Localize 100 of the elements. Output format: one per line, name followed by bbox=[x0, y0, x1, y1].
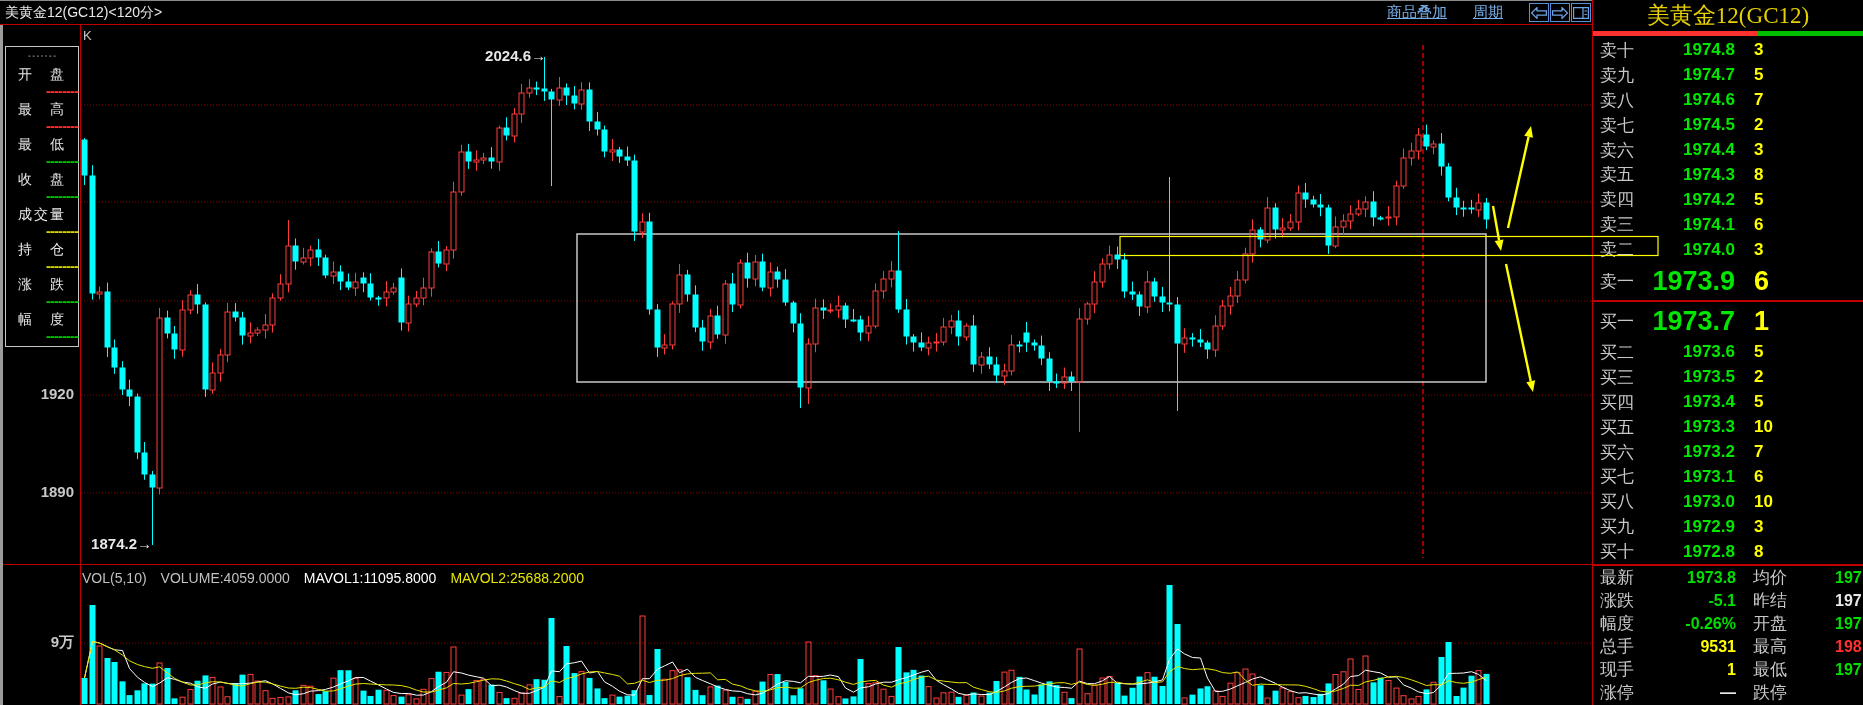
quote-label: 总手 bbox=[1600, 636, 1635, 659]
low-price-label: 1874.2→ bbox=[91, 534, 152, 552]
order-level-label: 买九 bbox=[1600, 516, 1635, 539]
order-volume: 6 bbox=[1754, 466, 1764, 487]
info-value: -------- bbox=[44, 122, 77, 131]
quote-label: 均价 bbox=[1753, 567, 1788, 590]
order-volume: 7 bbox=[1754, 90, 1764, 111]
price-axis-label: 1920 bbox=[40, 384, 74, 402]
quote-value: — bbox=[1719, 683, 1736, 702]
volume-legend-item: MAVOL1:11095.8000 bbox=[303, 570, 437, 586]
order-volume: 6 bbox=[1754, 214, 1764, 235]
order-level-label: 卖四 bbox=[1600, 189, 1635, 212]
info-value: -------- bbox=[44, 227, 77, 236]
order-volume: 8 bbox=[1754, 541, 1764, 562]
order-level-label: 买八 bbox=[1600, 491, 1635, 514]
previous-button[interactable] bbox=[1529, 3, 1549, 22]
order-level-label: 买六 bbox=[1600, 441, 1635, 464]
quote-label: 最低 bbox=[1753, 659, 1788, 682]
info-label: 开盘 bbox=[18, 65, 64, 83]
right-arrow-icon bbox=[1552, 6, 1568, 19]
next-button[interactable] bbox=[1550, 3, 1570, 22]
info-label: 最高 bbox=[18, 100, 64, 118]
toolbar-link[interactable]: 周期 bbox=[1473, 3, 1503, 22]
quote-value: 197 bbox=[1835, 568, 1862, 587]
quote-label: 现手 bbox=[1600, 659, 1635, 682]
quote-label: 涨停 bbox=[1600, 682, 1635, 705]
info-value: -------- bbox=[44, 262, 77, 271]
quote-value: 1 bbox=[1726, 660, 1736, 679]
quote-value: 198 bbox=[1835, 637, 1862, 656]
order-price: 1973.7 bbox=[1651, 305, 1735, 337]
volume-legend-item: VOL(5,10) bbox=[82, 570, 147, 586]
order-level-label: 买二 bbox=[1600, 341, 1635, 364]
quote-value: 197 bbox=[1835, 614, 1862, 633]
info-label: 幅度 bbox=[18, 310, 64, 328]
quote-label: 跌停 bbox=[1753, 682, 1788, 705]
info-value: -------- bbox=[44, 332, 77, 341]
quote-value: -5.1 bbox=[1707, 591, 1736, 610]
order-price: 1973.5 bbox=[1682, 367, 1735, 388]
order-price: 1973.0 bbox=[1682, 491, 1735, 512]
order-price: 1974.7 bbox=[1682, 65, 1735, 86]
order-level-label: 卖六 bbox=[1600, 139, 1635, 162]
order-price: 1973.1 bbox=[1682, 466, 1735, 487]
order-price: 1974.0 bbox=[1682, 239, 1735, 260]
order-volume: 2 bbox=[1754, 367, 1764, 388]
order-level-label: 卖九 bbox=[1600, 64, 1635, 87]
order-price: 1974.1 bbox=[1682, 214, 1735, 235]
order-level-label: 卖八 bbox=[1600, 89, 1635, 112]
order-level-label: 卖五 bbox=[1600, 164, 1635, 187]
order-volume: 3 bbox=[1754, 516, 1764, 537]
info-value: -------- bbox=[44, 192, 77, 201]
order-level-label: 卖七 bbox=[1600, 114, 1635, 137]
info-value: -------- bbox=[44, 297, 77, 306]
layout-button[interactable] bbox=[1571, 3, 1591, 22]
info-label: 收盘 bbox=[18, 170, 64, 188]
order-price: 1973.6 bbox=[1682, 342, 1735, 363]
quote-label: 最新 bbox=[1600, 567, 1635, 590]
order-price: 1972.8 bbox=[1682, 541, 1735, 562]
info-label: 持仓 bbox=[18, 240, 64, 258]
info-label: 成交量 bbox=[18, 205, 64, 223]
quote-label: 最高 bbox=[1753, 636, 1788, 659]
order-level-label: 卖一 bbox=[1600, 270, 1635, 293]
order-volume: 5 bbox=[1754, 342, 1764, 363]
instrument-title: 美黄金12(GC12) bbox=[1645, 2, 1811, 30]
chart-title: 美黄金12(GC12)<120分> bbox=[5, 3, 163, 22]
info-value: -------- bbox=[44, 157, 77, 166]
volume-legend-item: MAVOL2:25688.2000 bbox=[450, 570, 584, 586]
quote-label: 幅度 bbox=[1600, 613, 1635, 636]
order-volume: 3 bbox=[1754, 40, 1764, 61]
panel-layout-icon bbox=[1573, 6, 1589, 19]
order-volume: 10 bbox=[1754, 491, 1773, 512]
order-volume: 10 bbox=[1754, 417, 1773, 438]
order-level-label: 买十 bbox=[1600, 541, 1635, 564]
quote-value: 1973.8 bbox=[1686, 568, 1736, 587]
quote-value: 197 bbox=[1835, 591, 1862, 610]
order-price: 1974.4 bbox=[1682, 140, 1735, 160]
info-label: 最低 bbox=[18, 135, 64, 153]
info-value: -------- bbox=[44, 87, 77, 96]
order-volume: 3 bbox=[1754, 239, 1764, 260]
order-price: 1973.2 bbox=[1682, 442, 1735, 462]
order-level-label: 买四 bbox=[1600, 391, 1635, 414]
order-volume: 2 bbox=[1754, 115, 1764, 136]
price-axis-label: 1890 bbox=[40, 482, 74, 500]
order-price: 1974.8 bbox=[1682, 40, 1735, 61]
high-price-label: 2024.6→ bbox=[485, 46, 546, 64]
order-level-label: 卖十 bbox=[1600, 39, 1635, 62]
volume-axis-label: 9万 bbox=[50, 632, 74, 650]
order-price: 1972.9 bbox=[1682, 516, 1735, 537]
order-price: 1973.9 bbox=[1651, 265, 1735, 297]
quote-label: 昨结 bbox=[1753, 590, 1788, 613]
toolbar-link[interactable]: 商品叠加 bbox=[1387, 3, 1447, 22]
quote-label: 涨跌 bbox=[1600, 590, 1635, 613]
chart-type-label: K bbox=[83, 28, 92, 44]
quote-value: 197 bbox=[1835, 660, 1862, 679]
down-arrow bbox=[1491, 205, 1504, 251]
left-arrow-icon bbox=[1531, 6, 1547, 19]
order-price: 1973.3 bbox=[1682, 417, 1735, 438]
order-level-label: 买三 bbox=[1600, 366, 1635, 389]
order-price: 1973.4 bbox=[1682, 392, 1735, 413]
quote-value: -0.26% bbox=[1684, 614, 1736, 633]
order-price: 1974.6 bbox=[1682, 90, 1735, 111]
